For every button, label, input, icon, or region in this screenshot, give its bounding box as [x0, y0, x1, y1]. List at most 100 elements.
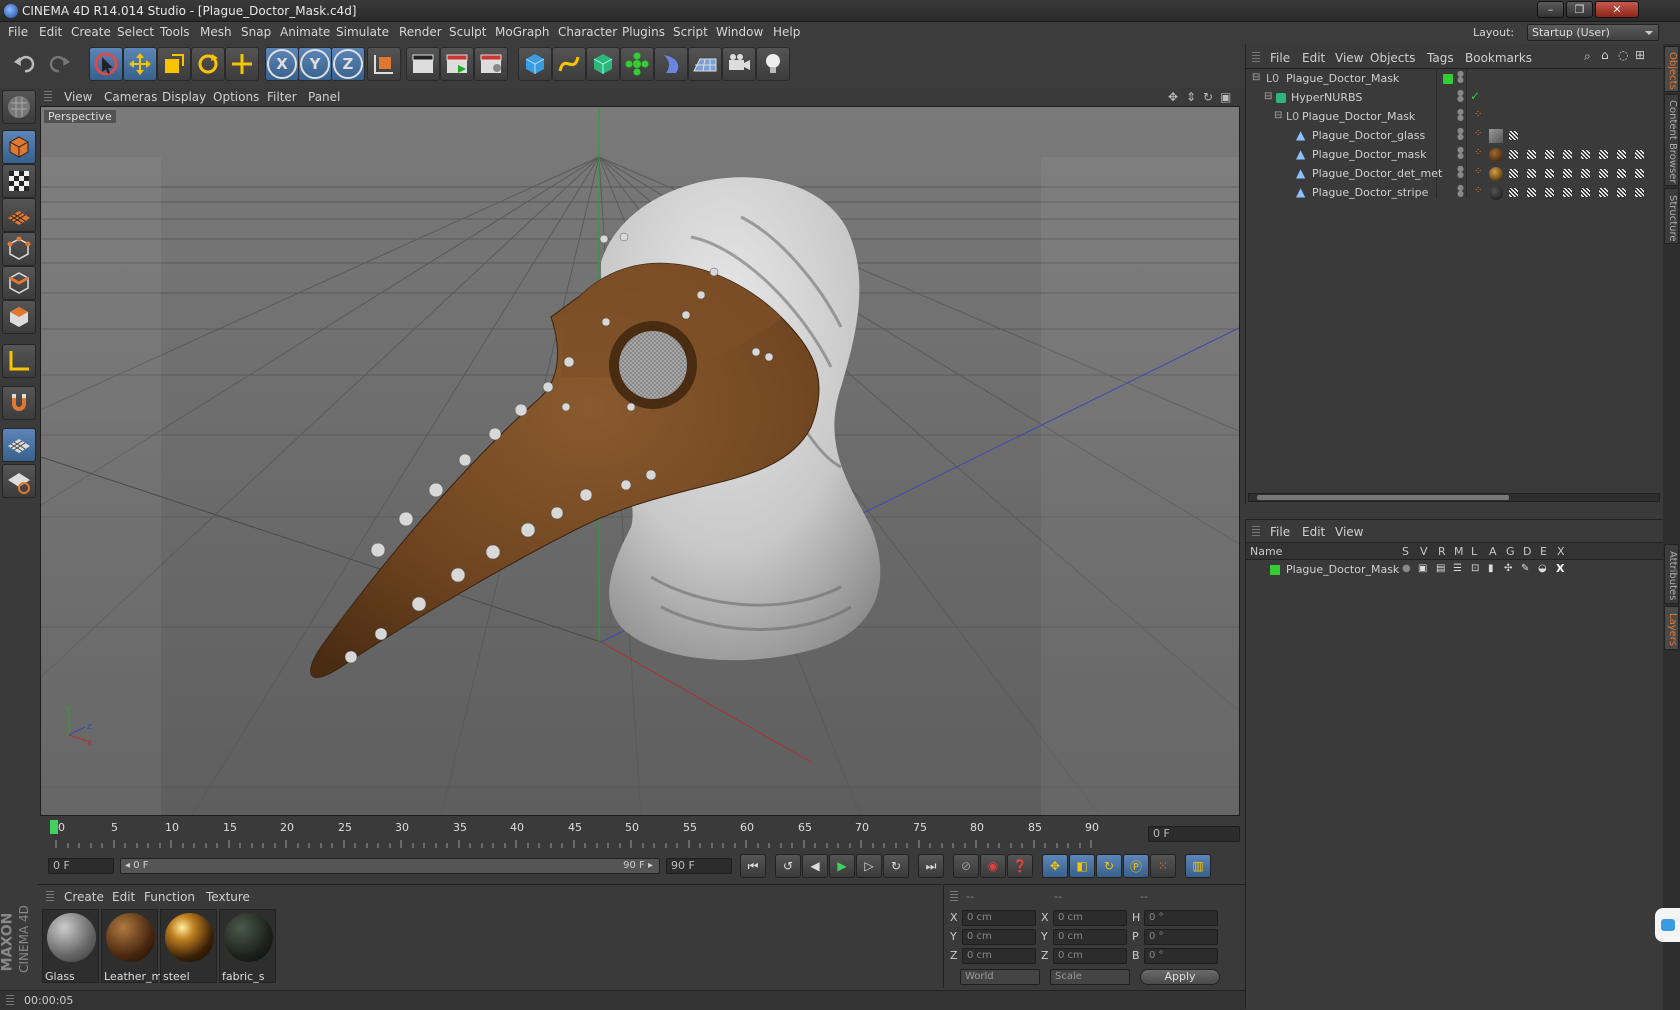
objects-menu-edit[interactable]: Edit [1302, 51, 1325, 65]
previous-keyframe-button[interactable]: ↺ [775, 854, 801, 878]
add-light-button[interactable] [756, 47, 790, 81]
layer-generator-icon[interactable]: ✣ [1504, 563, 1512, 574]
menu-create[interactable]: Create [71, 25, 111, 39]
visibility-dots[interactable]: ● ● [1457, 70, 1464, 84]
position-z-field[interactable]: 0 cm [962, 948, 1036, 964]
viewport-menu-view[interactable]: View [64, 90, 92, 104]
layer-col-view[interactable]: V [1420, 545, 1428, 558]
layer-view-icon[interactable]: ▣ [1418, 563, 1427, 574]
layer-deformer-icon[interactable]: ✎ [1521, 563, 1529, 574]
phong-tag-icon[interactable]: ⁘ [1474, 147, 1482, 158]
add-camera-button[interactable] [722, 47, 756, 81]
object-row[interactable]: ▲ Plague_Doctor_det_met ● ● ⁘ [1246, 164, 1664, 184]
coordinate-system-button[interactable] [367, 47, 401, 81]
layer-col-manager[interactable]: M [1454, 545, 1464, 558]
next-keyframe-button[interactable]: ↻ [883, 854, 909, 878]
timeline-ruler[interactable]: 0 5 10 15 20 25 30 35 40 45 50 55 60 65 … [40, 818, 1245, 848]
horizontal-scrollbar[interactable] [1248, 493, 1660, 502]
layer-col-animation[interactable]: A [1489, 545, 1497, 558]
object-row[interactable]: ▲ Plague_Doctor_mask ● ● ⁘ [1246, 145, 1664, 165]
menu-select[interactable]: Select [117, 25, 154, 39]
tab-objects[interactable]: Objects [1664, 46, 1679, 92]
rotation-h-field[interactable]: 0 ° [1144, 910, 1218, 926]
menu-help[interactable]: Help [773, 25, 800, 39]
layer-col-deformers[interactable]: D [1523, 545, 1531, 558]
layer-col-render[interactable]: R [1438, 545, 1446, 558]
texture-tag-icon[interactable] [1635, 150, 1644, 159]
render-settings-button[interactable] [474, 47, 508, 81]
menu-script[interactable]: Script [673, 25, 708, 39]
layer-animation-icon[interactable]: ▮ [1488, 563, 1494, 574]
workplane-mode-button[interactable] [2, 198, 36, 232]
points-mode-button[interactable] [2, 232, 36, 266]
scale-key-button[interactable]: ◧ [1069, 854, 1095, 878]
texture-tag-icon[interactable] [1581, 150, 1590, 159]
redo-button[interactable] [42, 47, 76, 81]
world-dropdown[interactable]: World [960, 969, 1040, 985]
viewport-menu-filter[interactable]: Filter [267, 90, 297, 104]
texture-tag-icon[interactable] [1635, 169, 1644, 178]
object-row[interactable]: ⊟ L0 Plague_Doctor_Mask ● ● ⁘ [1246, 107, 1664, 127]
visibility-dots[interactable]: ● ● [1457, 184, 1464, 198]
texture-mode-button[interactable] [2, 164, 36, 198]
menu-sculpt[interactable]: Sculpt [449, 25, 486, 39]
viewport-menu-cameras[interactable]: Cameras [104, 90, 157, 104]
viewport-zoom-icon[interactable]: ⇕ [1186, 90, 1196, 104]
scale-dropdown[interactable]: Scale [1050, 969, 1130, 985]
search-icon[interactable]: ⌕ [1584, 49, 1591, 64]
visibility-dots[interactable]: ● ● [1457, 165, 1464, 179]
snap-button[interactable] [2, 386, 36, 420]
texture-tag-icon[interactable] [1545, 169, 1554, 178]
rotation-p-field[interactable]: 0 ° [1144, 929, 1218, 945]
scrollbar-thumb[interactable] [1257, 495, 1509, 500]
position-x-field[interactable]: 0 cm [962, 910, 1036, 926]
live-selection-button[interactable] [89, 47, 123, 81]
materials-menu-texture[interactable]: Texture [206, 890, 250, 904]
z-axis-button[interactable]: Z [331, 47, 365, 81]
recent-tool-button[interactable] [225, 47, 259, 81]
viewport-menu-display[interactable]: Display [162, 90, 206, 104]
menu-edit[interactable]: Edit [39, 25, 62, 39]
texture-tag-icon[interactable] [1563, 188, 1572, 197]
objects-menu-objects[interactable]: Objects [1370, 51, 1415, 65]
layer-col-xref[interactable]: X [1557, 545, 1565, 558]
tab-content-browser[interactable]: Content Browser [1664, 94, 1679, 186]
texture-tag-icon[interactable] [1509, 131, 1518, 140]
viewport-move-icon[interactable]: ✥ [1168, 90, 1178, 104]
material-tag-icon[interactable] [1489, 148, 1503, 162]
texture-tag-icon[interactable] [1509, 169, 1518, 178]
menu-tools[interactable]: Tools [160, 25, 190, 39]
materials-menu-edit[interactable]: Edit [112, 890, 135, 904]
add-floor-button[interactable] [688, 47, 722, 81]
minimize-button[interactable]: – [1537, 1, 1564, 18]
material-swatch[interactable]: Leather_m [101, 909, 162, 983]
objects-menu-bookmarks[interactable]: Bookmarks [1465, 51, 1532, 65]
menu-animate[interactable]: Animate [280, 25, 330, 39]
frame-range-slider[interactable]: ◂ 0 F 90 F ▸ [120, 858, 660, 874]
texture-tag-icon[interactable] [1545, 150, 1554, 159]
add-array-button[interactable] [620, 47, 654, 81]
material-swatch[interactable]: Glass [42, 909, 99, 983]
texture-tag-icon[interactable] [1617, 169, 1626, 178]
material-tag-icon[interactable] [1489, 186, 1503, 200]
layers-menu-file[interactable]: File [1270, 525, 1290, 539]
object-row[interactable]: ▲ Plague_Doctor_stripe ● ● ⁘ [1246, 183, 1664, 203]
menu-plugins[interactable]: Plugins [622, 25, 665, 39]
home-icon[interactable]: ⌂ [1601, 48, 1609, 62]
menu-simulate[interactable]: Simulate [336, 25, 389, 39]
object-row[interactable]: ⊟ L0 Plague_Doctor_Mask ● ● [1246, 69, 1664, 89]
menu-window[interactable]: Window [716, 25, 763, 39]
menu-mograph[interactable]: MoGraph [495, 25, 550, 39]
size-x-field[interactable]: 0 cm [1053, 910, 1127, 926]
texture-tag-icon[interactable] [1635, 188, 1644, 197]
phong-tag-icon[interactable]: ⁘ [1474, 166, 1482, 177]
model-mode-button[interactable] [2, 130, 36, 164]
render-view-button[interactable] [406, 47, 440, 81]
visibility-dots[interactable]: ● ● [1457, 127, 1464, 141]
expand-icon[interactable]: ⊟ [1252, 72, 1260, 83]
move-button[interactable] [123, 47, 157, 81]
size-z-field[interactable]: 0 cm [1053, 948, 1127, 964]
menu-file[interactable]: File [8, 25, 28, 39]
go-to-end-button[interactable]: ⏭ [918, 854, 944, 878]
material-swatch[interactable]: fabric_s [219, 909, 276, 983]
